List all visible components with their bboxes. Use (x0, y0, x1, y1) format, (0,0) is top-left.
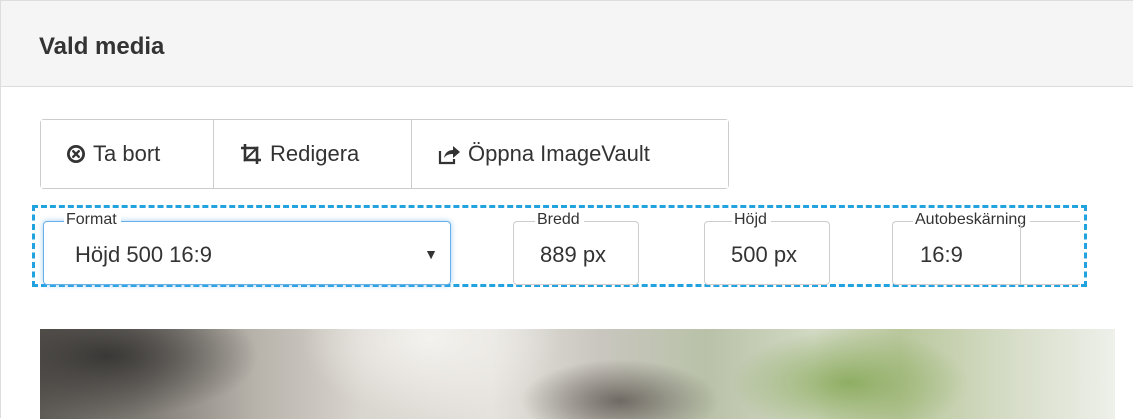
panel-title: Vald media (39, 33, 165, 60)
crop-icon (239, 142, 263, 166)
open-imagevault-button[interactable]: Öppna ImageVault (412, 120, 728, 188)
height-legend: Höjd (732, 211, 771, 229)
preview-shade (520, 359, 720, 419)
autocrop-legend: Autobeskärning (913, 211, 1031, 229)
height-value[interactable]: 500 px (731, 242, 809, 268)
width-legend: Bredd (535, 211, 584, 229)
format-legend: Format (64, 211, 121, 229)
open-imagevault-label: Öppna ImageVault (468, 141, 650, 166)
field-divider (1020, 222, 1021, 284)
format-select[interactable]: Format Höjd 500 16:9 ▼ (43, 211, 451, 285)
media-toolbar: Ta bort Redigera Öppna ImageVault (40, 119, 729, 189)
share-icon (437, 143, 461, 165)
remove-button[interactable]: Ta bort (41, 120, 214, 188)
selected-media-panel: Vald media Ta bort Redigera Öppna ImageV… (0, 0, 1133, 419)
panel-heading: Vald media (1, 1, 1133, 87)
autocrop-value[interactable]: 16:9 (920, 242, 1020, 268)
remove-button-label: Ta bort (93, 141, 161, 166)
autocrop-field[interactable]: Autobeskärning 16:9 (892, 211, 1080, 285)
preview-foliage (730, 329, 970, 419)
preview-shade (40, 329, 260, 419)
edit-button[interactable]: Redigera (214, 120, 412, 188)
format-select-value: Höjd 500 16:9 (75, 242, 212, 267)
edit-button-label: Redigera (270, 141, 360, 166)
media-preview-image (40, 329, 1115, 419)
height-field[interactable]: Höjd 500 px (704, 211, 830, 285)
times-circle-icon (66, 144, 86, 164)
caret-down-icon: ▼ (424, 246, 438, 262)
width-value[interactable]: 889 px (540, 242, 626, 268)
width-field[interactable]: Bredd 889 px (513, 211, 639, 285)
